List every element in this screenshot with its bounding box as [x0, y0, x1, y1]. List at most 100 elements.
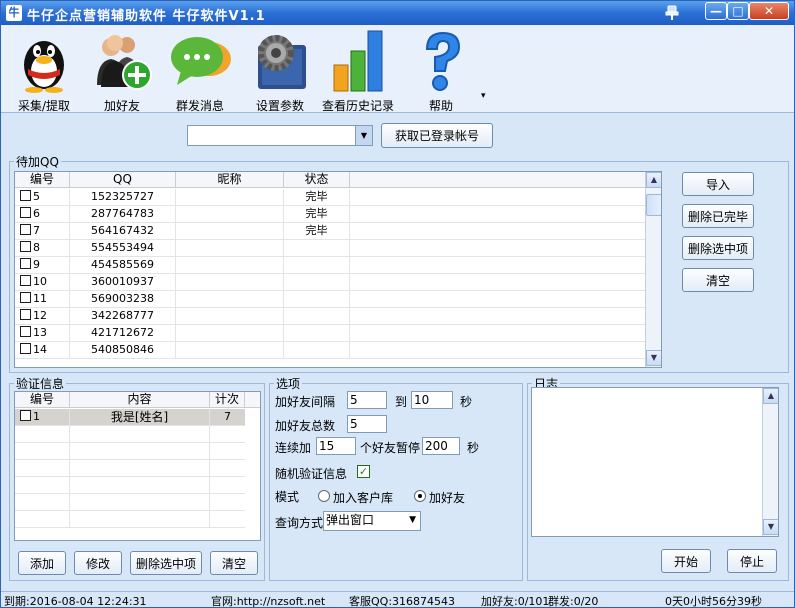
total-input[interactable]: 5: [347, 415, 387, 433]
row-id: 8: [33, 241, 40, 254]
close-button[interactable]: ✕: [749, 2, 789, 20]
row-checkbox[interactable]: [20, 207, 31, 218]
table-row[interactable]: 5 152325727 完毕: [15, 189, 645, 206]
chevron-down-icon[interactable]: ▼: [409, 512, 416, 528]
help-question-icon: [425, 31, 461, 91]
chevron-down-icon[interactable]: ▼: [355, 126, 372, 145]
pause-input[interactable]: 200: [422, 437, 460, 455]
mode-add-friend-radio[interactable]: [414, 490, 426, 502]
empty-row: [15, 511, 245, 528]
col-status[interactable]: 状态: [284, 172, 350, 188]
maximize-button[interactable]: □: [727, 2, 749, 20]
row-qq: 454585569: [70, 257, 176, 273]
row-status: [284, 325, 350, 341]
col-qq[interactable]: QQ: [70, 172, 176, 188]
stop-button[interactable]: 停止: [727, 549, 777, 573]
app-window: 牛 牛仔企点营销辅助软件 牛仔软件V1.1 — □ ✕ 采集/提取 加好友 群发…: [0, 0, 795, 608]
pending-scrollbar[interactable]: ▲ ▼: [645, 172, 661, 367]
verify-info-table: 编号 内容 计次 1 我是[姓名] 7: [14, 391, 261, 541]
mode-add-friend-label[interactable]: 加好友: [429, 489, 465, 506]
toolbar-help-button[interactable]: 帮助: [406, 29, 476, 113]
continuous-input[interactable]: 15: [316, 437, 356, 455]
toolbar-more-dropdown[interactable]: ▾: [481, 91, 486, 101]
interval-to-input[interactable]: 10: [411, 391, 453, 409]
status-runtime: 0天0小时56分39秒: [665, 595, 762, 608]
col-verify-content[interactable]: 内容: [70, 392, 210, 408]
pending-table-header: 编号 QQ 昵称 状态: [15, 172, 645, 188]
empty-row: [15, 443, 245, 460]
scroll-up-icon[interactable]: ▲: [763, 388, 778, 404]
import-button[interactable]: 导入: [682, 172, 754, 196]
minimize-button[interactable]: —: [705, 2, 727, 20]
random-verify-checkbox[interactable]: ✓: [357, 465, 370, 478]
toolbar-help-label: 帮助: [428, 99, 453, 113]
table-row[interactable]: 7 564167432 完毕: [15, 223, 645, 240]
verify-edit-button[interactable]: 修改: [74, 551, 122, 575]
scroll-up-icon[interactable]: ▲: [646, 172, 661, 188]
toolbar-collect-button[interactable]: 采集/提取: [9, 29, 79, 113]
table-row[interactable]: 10 360010937: [15, 274, 645, 291]
table-row[interactable]: 14 540850846: [15, 342, 645, 359]
toolbar: 采集/提取 加好友 群发消息 设置参数 查看历史记录 帮助 ▾: [1, 25, 794, 113]
row-qq: 360010937: [70, 274, 176, 290]
col-id[interactable]: 编号: [15, 172, 70, 188]
row-checkbox[interactable]: [20, 275, 31, 286]
delete-selected-button[interactable]: 删除选中项: [682, 236, 754, 260]
row-checkbox[interactable]: [20, 292, 31, 303]
bar-chart-icon: [333, 30, 383, 92]
pin-icon[interactable]: [665, 5, 679, 21]
row-checkbox[interactable]: [20, 190, 31, 201]
clear-button[interactable]: 清空: [682, 268, 754, 292]
row-id: 10: [33, 275, 47, 288]
scroll-down-icon[interactable]: ▼: [646, 350, 661, 366]
row-id: 11: [33, 292, 47, 305]
verify-delete-selected-button[interactable]: 删除选中项: [130, 551, 202, 575]
toolbar-mass-message-label: 群发消息: [175, 99, 224, 113]
scroll-thumb[interactable]: [646, 194, 661, 216]
table-row[interactable]: 8 554553494: [15, 240, 645, 257]
row-checkbox[interactable]: [20, 241, 31, 252]
verify-table-header: 编号 内容 计次: [15, 392, 260, 408]
table-row[interactable]: 9 454585569: [15, 257, 645, 274]
table-row[interactable]: 6 287764783 完毕: [15, 206, 645, 223]
verify-add-button[interactable]: 添加: [18, 551, 66, 575]
row-nickname: [176, 291, 284, 307]
account-select[interactable]: ▼: [187, 125, 373, 146]
log-scrollbar[interactable]: ▲ ▼: [762, 388, 778, 536]
table-row[interactable]: 13 421712672: [15, 325, 645, 342]
verify-clear-button[interactable]: 清空: [210, 551, 258, 575]
toolbar-add-friend-button[interactable]: 加好友: [87, 29, 157, 113]
delete-completed-button[interactable]: 删除已完毕: [682, 204, 754, 228]
row-checkbox[interactable]: [20, 309, 31, 320]
toolbar-mass-message-button[interactable]: 群发消息: [165, 29, 235, 113]
row-nickname: [176, 240, 284, 256]
interval-from-input[interactable]: 5: [347, 391, 387, 409]
total-label: 加好友总数: [275, 419, 336, 433]
col-nickname[interactable]: 昵称: [176, 172, 284, 188]
mode-customer-label[interactable]: 加入客户库: [333, 489, 393, 506]
row-status: [284, 342, 350, 358]
col-verify-count[interactable]: 计次: [210, 392, 245, 408]
start-button[interactable]: 开始: [661, 549, 711, 573]
list-item[interactable]: 1 我是[姓名] 7: [15, 409, 245, 426]
row-nickname: [176, 308, 284, 324]
table-row[interactable]: 11 569003238: [15, 291, 645, 308]
row-checkbox[interactable]: [20, 258, 31, 269]
row-checkbox[interactable]: [20, 410, 31, 421]
toolbar-settings-button[interactable]: 设置参数: [245, 29, 315, 113]
query-method-label: 查询方式: [275, 516, 324, 530]
scroll-down-icon[interactable]: ▼: [763, 519, 778, 535]
table-row[interactable]: 12 342268777: [15, 308, 645, 325]
fetch-accounts-button[interactable]: 获取已登录帐号: [381, 123, 493, 148]
mode-customer-radio[interactable]: [318, 490, 330, 502]
col-verify-id[interactable]: 编号: [15, 392, 70, 408]
toolbar-history-button[interactable]: 查看历史记录: [322, 29, 394, 113]
row-checkbox[interactable]: [20, 343, 31, 354]
row-checkbox[interactable]: [20, 224, 31, 235]
log-textarea[interactable]: ▲ ▼: [531, 387, 779, 537]
row-checkbox[interactable]: [20, 326, 31, 337]
settings-gear-icon: [258, 35, 306, 89]
query-method-select[interactable]: 弹出窗口 ▼: [323, 511, 421, 531]
row-nickname: [176, 274, 284, 290]
row-status: 完毕: [284, 189, 350, 205]
